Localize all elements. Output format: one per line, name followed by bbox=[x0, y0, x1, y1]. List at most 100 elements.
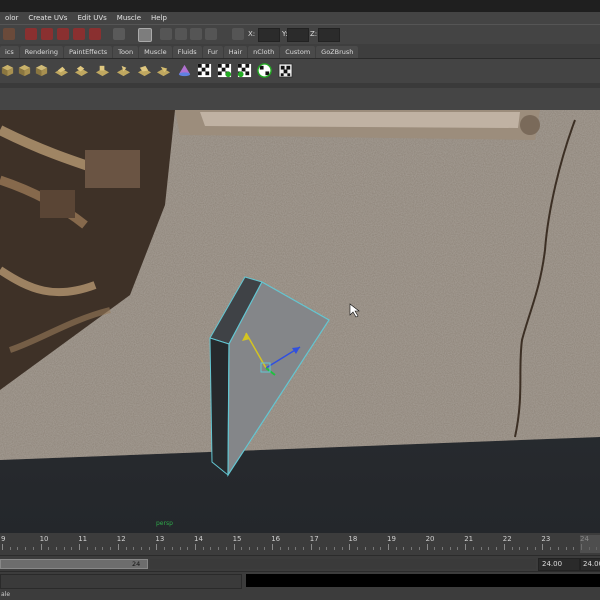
ipr-render-icon[interactable] bbox=[175, 28, 187, 40]
time-minor-tick bbox=[133, 547, 135, 550]
time-tick bbox=[40, 544, 42, 550]
time-minor-tick bbox=[48, 547, 50, 550]
time-minor-tick bbox=[279, 547, 281, 550]
render-view-icon[interactable] bbox=[138, 28, 152, 42]
tab-custom[interactable]: Custom bbox=[280, 46, 316, 58]
range-track[interactable] bbox=[150, 559, 536, 569]
time-minor-tick bbox=[125, 547, 127, 550]
time-tick bbox=[233, 544, 235, 550]
range-end-field[interactable]: 24.00 bbox=[538, 558, 580, 571]
current-frame-marker[interactable] bbox=[580, 535, 600, 553]
cube-icon[interactable] bbox=[17, 63, 32, 78]
time-tick-label: 17 bbox=[309, 535, 319, 543]
time-minor-tick bbox=[511, 547, 513, 550]
plane-icon[interactable] bbox=[137, 63, 152, 78]
time-minor-tick bbox=[534, 547, 536, 550]
time-slider[interactable]: 9101112131415161718192021222324 bbox=[0, 533, 600, 555]
time-minor-tick bbox=[449, 547, 451, 550]
tab-muscle[interactable]: Muscle bbox=[139, 46, 172, 58]
cube-icon[interactable] bbox=[34, 63, 49, 78]
plane-icon[interactable] bbox=[95, 63, 110, 78]
hypershade-icon[interactable] bbox=[205, 28, 217, 40]
time-tick-label: 12 bbox=[116, 535, 126, 543]
time-minor-tick bbox=[357, 547, 359, 550]
command-input[interactable] bbox=[0, 574, 242, 589]
input-mode-icon[interactable] bbox=[232, 28, 244, 40]
time-minor-tick bbox=[418, 547, 420, 550]
z-field[interactable] bbox=[318, 28, 340, 42]
snap-live-icon[interactable] bbox=[89, 28, 101, 40]
render-settings-icon[interactable] bbox=[190, 28, 202, 40]
checker-icon[interactable] bbox=[237, 63, 252, 78]
range-end-field-2[interactable]: 24.00 bbox=[580, 558, 600, 571]
plane-icon[interactable] bbox=[54, 63, 69, 78]
menu-item-muscle[interactable]: Muscle bbox=[112, 14, 146, 22]
time-tick-label: 22 bbox=[502, 535, 512, 543]
checker-icon[interactable] bbox=[257, 63, 272, 78]
menu-item-create-uvs[interactable]: Create UVs bbox=[23, 14, 72, 22]
time-tick-label: 18 bbox=[348, 535, 358, 543]
time-minor-tick bbox=[179, 547, 181, 550]
checker-icon[interactable] bbox=[278, 63, 293, 78]
menu-item-color[interactable]: olor bbox=[0, 14, 23, 22]
time-tick-label: 16 bbox=[271, 535, 281, 543]
perspective-viewport[interactable]: persp bbox=[0, 110, 600, 533]
time-tick bbox=[465, 544, 467, 550]
tab-rendering[interactable]: Rendering bbox=[19, 46, 63, 58]
time-tick bbox=[388, 544, 389, 550]
tab-dynamics[interactable]: ics bbox=[0, 46, 19, 58]
time-minor-tick bbox=[256, 547, 258, 550]
render-icon[interactable] bbox=[3, 28, 15, 40]
snap-grid-icon[interactable] bbox=[25, 28, 37, 40]
time-tick-label: 9 bbox=[1, 535, 6, 543]
snap-curve-icon[interactable] bbox=[41, 28, 53, 40]
tab-painteffects[interactable]: PaintEffects bbox=[63, 46, 113, 58]
x-field[interactable] bbox=[258, 28, 280, 42]
tab-toon[interactable]: Toon bbox=[113, 46, 139, 58]
tab-ncloth[interactable]: nCloth bbox=[248, 46, 280, 58]
time-minor-tick bbox=[295, 547, 297, 550]
time-tick bbox=[79, 544, 81, 550]
snap-point-icon[interactable] bbox=[57, 28, 69, 40]
tab-hair[interactable]: Hair bbox=[223, 46, 248, 58]
bolt-shape bbox=[40, 190, 75, 218]
plane-icon[interactable] bbox=[74, 63, 89, 78]
time-minor-tick bbox=[519, 547, 521, 550]
time-minor-tick bbox=[573, 547, 575, 550]
menu-item-edit-uvs[interactable]: Edit UVs bbox=[72, 14, 111, 22]
tab-fur[interactable]: Fur bbox=[202, 46, 223, 58]
render-frame-icon[interactable] bbox=[160, 28, 172, 40]
plane-icon[interactable] bbox=[156, 63, 171, 78]
bracket-shape bbox=[85, 150, 140, 188]
time-minor-tick bbox=[303, 547, 305, 550]
tab-fluids[interactable]: Fluids bbox=[172, 46, 202, 58]
time-minor-tick bbox=[94, 547, 96, 550]
time-minor-tick bbox=[32, 547, 34, 550]
menu-item-help[interactable]: Help bbox=[146, 14, 172, 22]
time-tick bbox=[195, 544, 196, 550]
time-tick-label: 13 bbox=[155, 535, 165, 543]
tab-gozbrush[interactable]: GoZBrush bbox=[316, 46, 359, 58]
time-minor-tick bbox=[225, 547, 227, 550]
checker-icon[interactable] bbox=[217, 63, 232, 78]
time-minor-tick bbox=[210, 547, 212, 550]
time-minor-tick bbox=[557, 547, 559, 550]
cube-icon[interactable] bbox=[0, 63, 15, 78]
time-minor-tick bbox=[218, 547, 220, 550]
y-field[interactable] bbox=[287, 28, 309, 42]
time-tick bbox=[349, 544, 351, 550]
plane-icon[interactable] bbox=[116, 63, 131, 78]
time-minor-tick bbox=[411, 547, 413, 550]
time-minor-tick bbox=[550, 547, 552, 550]
snap-plane-icon[interactable] bbox=[73, 28, 85, 40]
cone-icon[interactable] bbox=[177, 63, 192, 78]
history-icon[interactable] bbox=[113, 28, 125, 40]
time-minor-tick bbox=[148, 547, 150, 550]
range-slider-bar: 24 24.00 24.00 bbox=[0, 556, 600, 571]
time-minor-tick bbox=[488, 547, 490, 550]
time-minor-tick bbox=[264, 547, 266, 550]
checker-icon[interactable] bbox=[197, 63, 212, 78]
time-minor-tick bbox=[472, 547, 474, 550]
time-tick bbox=[503, 544, 505, 550]
range-slider-handle[interactable]: 24 bbox=[0, 559, 148, 569]
